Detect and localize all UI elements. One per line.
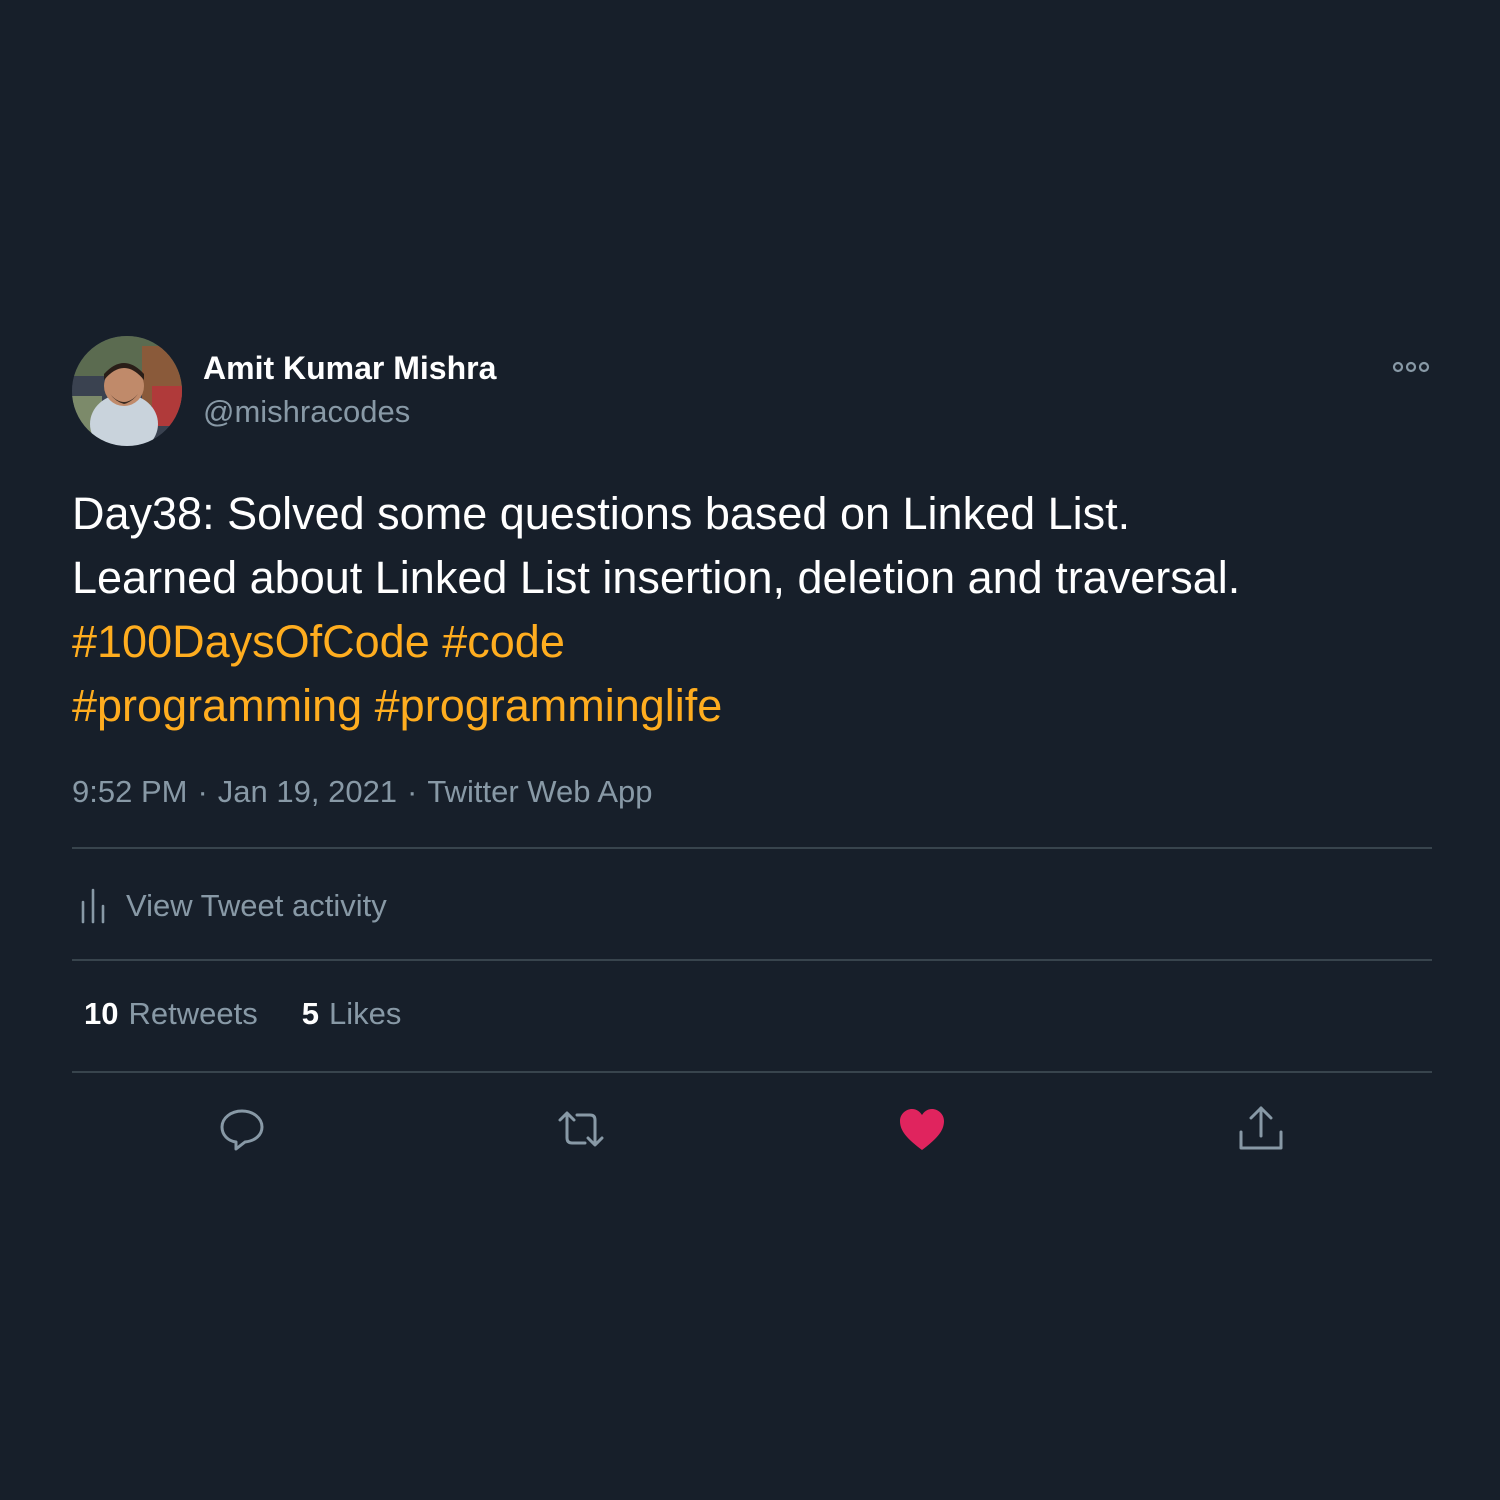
hashtag-link[interactable]: #programminglife — [375, 680, 723, 731]
tweet-text: Day38: Solved some questions based on Li… — [72, 482, 1432, 738]
likes-count: 5 — [301, 996, 319, 1031]
likes-label: Likes — [328, 996, 402, 1031]
hashtag-line: #programming #programminglife — [72, 674, 1432, 738]
tweet-card: Amit Kumar Mishra @mishracodes Day38: So… — [72, 336, 1432, 1151]
tweet-time[interactable]: 9:52 PM — [72, 774, 187, 809]
hashtag-link[interactable]: #programming — [72, 680, 362, 731]
like-icon[interactable] — [897, 1104, 947, 1154]
author-name[interactable]: Amit Kumar Mishra — [203, 350, 496, 387]
retweets-count: 10 — [84, 996, 119, 1031]
avatar[interactable] — [72, 336, 182, 446]
author-handle[interactable]: @mishracodes — [203, 394, 410, 430]
divider — [72, 959, 1432, 961]
tweet-header: Amit Kumar Mishra @mishracodes — [72, 336, 1432, 448]
hashtag-link[interactable]: #code — [442, 616, 565, 667]
retweets-stat[interactable]: 10 Retweets — [84, 996, 258, 1032]
analytics-icon — [81, 888, 105, 924]
tweet-source[interactable]: Twitter Web App — [427, 774, 652, 809]
view-tweet-activity-button[interactable]: View Tweet activity — [80, 884, 387, 928]
tweet-text-line: Day38: Solved some questions based on Li… — [72, 488, 1131, 539]
divider — [72, 1071, 1432, 1073]
retweet-icon[interactable] — [556, 1104, 606, 1154]
hashtag-line: #100DaysOfCode #code — [72, 610, 1432, 674]
tweet-stats: 10 Retweets 5 Likes — [84, 996, 445, 1032]
tweet-date[interactable]: Jan 19, 2021 — [218, 774, 397, 809]
meta-separator: · — [197, 774, 208, 809]
more-options-icon[interactable] — [1392, 358, 1430, 376]
retweets-label: Retweets — [128, 996, 258, 1031]
hashtag-link[interactable]: #100DaysOfCode — [72, 616, 430, 667]
tweet-text-line: Learned about Linked List insertion, del… — [72, 552, 1241, 603]
divider — [72, 847, 1432, 849]
meta-separator: · — [407, 774, 418, 809]
reply-icon[interactable] — [217, 1104, 267, 1154]
likes-stat[interactable]: 5 Likes — [302, 996, 402, 1032]
tweet-meta: 9:52 PM · Jan 19, 2021 · Twitter Web App — [72, 774, 653, 810]
view-tweet-activity-label: View Tweet activity — [126, 888, 387, 923]
tweet-actions — [72, 1104, 1432, 1154]
share-icon[interactable] — [1236, 1104, 1286, 1154]
